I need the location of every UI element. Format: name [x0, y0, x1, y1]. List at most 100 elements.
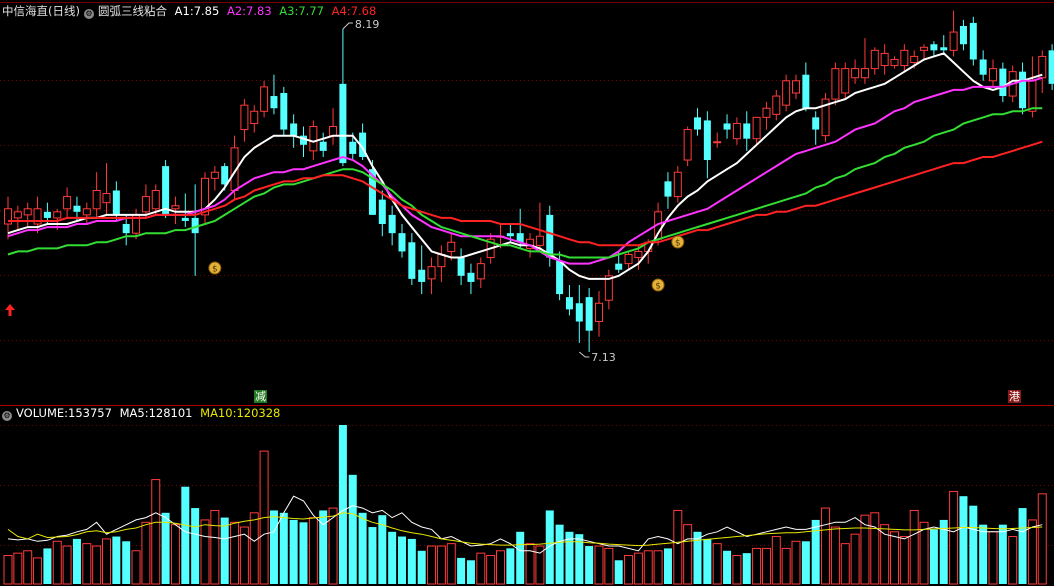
volume-bar-up — [23, 550, 33, 585]
volume-bar-down — [122, 541, 131, 584]
volume-bar-up — [880, 524, 890, 585]
volume-header: ⚙ VOLUME:153757 MA5:128101 MA10:120328 — [2, 406, 284, 421]
volume-bar-down — [269, 510, 278, 584]
volume-bar-up — [535, 545, 545, 585]
volume-bar-up — [446, 543, 456, 585]
ma10-value: 120328 — [236, 406, 281, 420]
volume-bar-down — [801, 541, 810, 584]
volume-bar-down — [161, 512, 170, 584]
volume-bar-down — [388, 531, 397, 584]
volume-bar-down — [811, 519, 820, 584]
volume-bar-up — [821, 507, 831, 585]
a4-label: A4: — [331, 4, 351, 18]
volume-bar-up — [141, 521, 151, 585]
volume-bar-up — [427, 545, 437, 585]
volume-bar-up — [1037, 493, 1047, 585]
volume-bar-up — [92, 545, 102, 585]
volume-chart — [0, 405, 1054, 585]
volume-bar-up — [890, 531, 899, 585]
volume-bar-up — [33, 557, 43, 585]
volume-bar-down — [555, 524, 564, 584]
volume-bar-down — [506, 548, 515, 584]
volume-bar-up — [919, 521, 929, 585]
settings-gear-icon[interactable]: ⚙ — [83, 9, 94, 19]
volume-bar-down — [929, 529, 938, 584]
volume-bar-down — [72, 538, 81, 584]
marker-gang[interactable]: 港 — [1008, 390, 1021, 403]
volume-bar-up — [486, 555, 496, 585]
volume-bar-down — [299, 522, 308, 584]
volume-bar-up — [496, 550, 505, 585]
volume-bar-down — [368, 527, 377, 584]
volume-bar-up — [436, 545, 446, 585]
volume-bar-up — [62, 545, 72, 585]
volume-bar-up — [791, 540, 801, 585]
volume-bar-up — [82, 543, 92, 585]
volume-bar-down — [959, 496, 968, 584]
indicator-name[interactable]: 圆弧三线粘合 — [98, 4, 167, 18]
ma5-value: 128101 — [148, 406, 193, 420]
volume-bar-up — [673, 509, 683, 585]
volume-bar-up — [200, 519, 210, 585]
a2-label: A2: — [226, 4, 247, 18]
volume-bar-up — [624, 555, 634, 585]
volume-bar-up — [594, 545, 604, 585]
volume-bar-up — [870, 512, 880, 585]
a3-label: A3: — [279, 4, 299, 18]
volume-bar-up — [151, 479, 161, 585]
ma10-label: MA10: — [200, 406, 237, 420]
volume-bar-down — [43, 548, 52, 584]
volume-bar-up — [771, 536, 781, 585]
volume-bar-down — [112, 536, 121, 584]
volume-bar-up — [761, 547, 771, 585]
volume-settings-gear-icon[interactable]: ⚙ — [2, 411, 12, 421]
volume-bar-up — [52, 540, 62, 585]
volume-bar-down — [220, 517, 229, 584]
volume-bar-down — [969, 505, 978, 584]
volume-bar-down — [979, 524, 988, 584]
volume-bar-down — [407, 538, 416, 584]
a3-value: 7.77 — [298, 4, 324, 18]
volume-bar-up — [249, 512, 259, 585]
volume-bar-up — [525, 543, 535, 585]
volume-bar-down — [348, 474, 357, 584]
volume-bar-up — [712, 543, 722, 585]
volume-bar-down — [191, 508, 200, 584]
price-header: 中信海直(日线) ⚙ 圆弧三线粘合 A1:7.85 A2:7.83 A3:7.77 … — [2, 4, 380, 19]
volume-bar-up — [13, 552, 23, 585]
marker-jian[interactable]: 减 — [254, 390, 267, 403]
volume-bar-down — [516, 531, 525, 584]
volume-bar-up — [239, 526, 249, 585]
volume-bar-up — [830, 526, 840, 585]
volume-bar-down — [545, 510, 554, 584]
volume-bar-down — [1018, 508, 1027, 584]
volume-bar-down — [398, 536, 406, 584]
volume-bar-up — [604, 547, 614, 585]
volume-label: VOLUME: — [16, 406, 69, 420]
volume-bar-down — [338, 425, 347, 584]
volume-bar-down — [998, 524, 1007, 584]
stock-title: 中信海直(日线) — [2, 4, 80, 18]
volume-bar-down — [742, 553, 751, 584]
volume-bars — [3, 425, 1047, 585]
a1-label: A1: — [174, 4, 194, 18]
volume-bar-up — [210, 509, 220, 585]
volume-bar-up — [988, 531, 998, 585]
volume-bar-down — [703, 538, 712, 584]
volume-bar-up — [1008, 536, 1018, 585]
volume-bar-up — [230, 521, 240, 585]
a2-value: 7.83 — [246, 4, 272, 18]
volume-bar-down — [614, 560, 623, 584]
volume-bar-up — [840, 543, 850, 585]
volume-bar-up — [170, 524, 180, 585]
volume-bar-up — [683, 524, 693, 585]
volume-bar-up — [732, 555, 742, 585]
volume-bar-up — [3, 555, 13, 585]
volume-bar-up — [850, 533, 860, 585]
a4-value: 7.68 — [350, 4, 377, 18]
volume-bar-up — [899, 536, 909, 585]
volume-bar-up — [308, 517, 318, 585]
volume-bar-down — [289, 519, 298, 584]
volume-bar-down — [181, 486, 190, 584]
volume-bar-up — [909, 509, 919, 585]
